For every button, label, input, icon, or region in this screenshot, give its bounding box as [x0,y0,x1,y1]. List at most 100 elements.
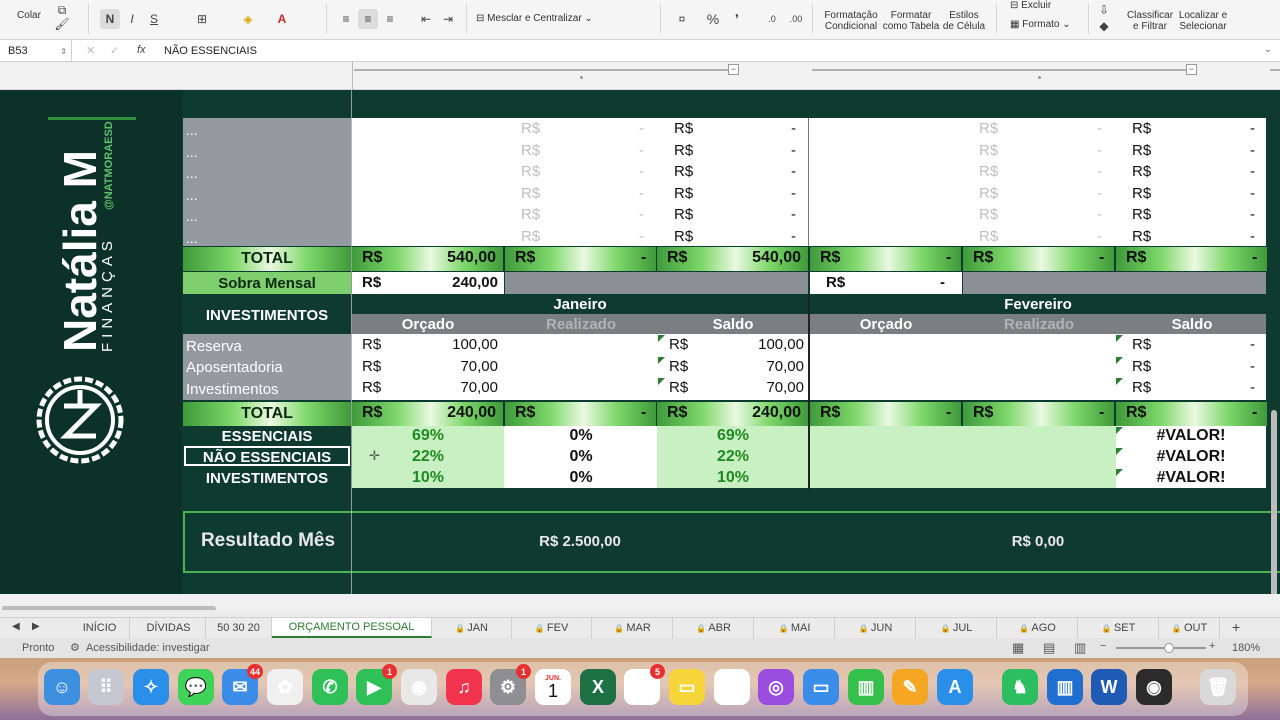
tab-início[interactable]: INÍCIO [70,618,130,638]
lock-icon: 🔒 [1171,623,1184,633]
expense-row-label: ... [186,208,198,224]
appstore-icon[interactable]: A [937,669,973,705]
tab-orçamento-pessoal[interactable]: ORÇAMENTO PESSOAL [272,618,432,638]
zoom-out-icon[interactable]: − [1100,640,1106,652]
calendar-icon[interactable]: JUN. 1 [535,669,571,705]
clear-icon[interactable]: ◆ [1094,16,1114,36]
freeform-icon[interactable]: 〰 [714,669,750,705]
cancel-icon[interactable]: ✕ [86,44,95,57]
chevron-down-icon: ⌄ [581,13,593,24]
font-color-icon[interactable]: A [272,9,292,29]
merge-center-button[interactable]: ⊟ Mesclar e Centralizar ⌄ [476,13,606,24]
keynote-icon[interactable]: ▭ [803,669,839,705]
tab-jun[interactable]: 🔒 JUN [836,618,916,638]
find-select-button[interactable]: Localizar e Selecionar [1176,10,1230,32]
format-cells-button[interactable]: ▦ Formato ⌄ [1010,19,1080,30]
format-as-table-button[interactable]: Formatar como Tabela [880,10,942,32]
investimentos-section-label: INVESTIMENTOS [205,306,329,324]
tab-fev[interactable]: 🔒 FEV [512,618,592,638]
vertical-scrollbar[interactable] [1271,410,1277,600]
page-layout-icon[interactable]: ▤ [1043,640,1055,656]
pages-icon[interactable]: ✎ [892,669,928,705]
currency-format-icon[interactable]: ¤ [672,9,692,29]
tab-set[interactable]: 🔒 SET [1079,618,1159,638]
settings-icon[interactable]: ⚙ 1 [490,664,531,705]
paste-button[interactable]: Colar [10,10,48,21]
increase-indent-icon[interactable]: ⇥ [438,9,458,29]
music-icon[interactable]: ♫ [446,669,482,705]
mail-icon[interactable]: ✉ 44 [222,664,263,705]
cell-styles-button[interactable]: Estilos de Célula [940,10,988,32]
format-painter-icon[interactable]: 🖌 [52,14,72,34]
expense-fev-realizado-dash: - [1097,141,1102,159]
decrease-decimal-icon[interactable]: .00 [786,9,806,29]
messages-icon[interactable]: 💬 [178,669,214,705]
tab-mai[interactable]: 🔒 MAI [755,618,835,638]
numbers-icon[interactable]: ▥ [848,669,884,705]
facetime-icon[interactable]: ▶ 1 [356,664,397,705]
tab-dívidas[interactable]: DÍVIDAS [132,618,206,638]
zoom-in-icon[interactable]: + [1209,640,1215,652]
tab-mar[interactable]: 🔒 MAR [593,618,673,638]
total-dash: - [1252,249,1258,266]
brand-logo: Natália M @NATMORAESD FINANÇAS [36,121,124,464]
tab-prev-icon[interactable]: ◀ [12,621,20,632]
finder-icon[interactable]: ☺ [44,669,80,705]
tab-abr[interactable]: 🔒 ABR [674,618,754,638]
increase-decimal-icon[interactable]: .0 [762,9,782,29]
notes-icon[interactable]: ▭ [669,669,705,705]
collapse-group-icon[interactable]: − [1186,64,1197,75]
chrome-icon[interactable]: ◉ [401,669,437,705]
whatsapp-icon[interactable]: ✆ [312,669,348,705]
italic-button[interactable]: I [122,9,142,29]
expand-formula-icon[interactable]: ⌄ [1264,44,1272,55]
percent-button[interactable]: % [703,9,723,29]
thousands-separator-icon[interactable]: ❜ [727,9,747,29]
align-center-icon[interactable]: ≡ [358,9,378,29]
formula-input[interactable]: NÃO ESSENCIAIS [164,45,257,57]
name-box[interactable]: B53 ⇕ [0,40,72,62]
delete-icon: ⊟ [1010,0,1022,11]
tab-50-30-20[interactable]: 50 30 20 [206,618,272,638]
page-break-icon[interactable]: ▥ [1074,640,1086,656]
obs-icon[interactable]: ◉ [1136,669,1172,705]
accessibility-status[interactable]: Acessibilidade: investigar [86,642,210,654]
evernote-icon[interactable]: ♞ [1002,669,1038,705]
safari-icon[interactable]: ✧ [133,669,169,705]
launchpad-icon[interactable]: ⠿ [88,669,124,705]
add-sheet-icon[interactable]: + [1232,619,1240,635]
zoom-level[interactable]: 180% [1232,642,1260,654]
trello-icon[interactable]: ▥ [1047,669,1083,705]
bold-button[interactable]: N [100,9,120,29]
expense-fev-realizado-currency: R$ [979,206,999,223]
decrease-indent-icon[interactable]: ⇤ [416,9,436,29]
tab-next-icon[interactable]: ▶ [32,621,40,632]
borders-icon[interactable]: ⊞ [192,9,212,29]
tab-label: ORÇAMENTO PESSOAL [288,621,415,633]
underline-button[interactable]: S [144,9,164,29]
reminders-icon[interactable]: ☰ 5 [624,664,665,705]
fill-color-icon[interactable]: ◈ [238,9,258,29]
word-icon[interactable]: W [1091,669,1127,705]
podcasts-icon[interactable]: ◎ [758,669,794,705]
horizontal-scrollbar[interactable] [2,606,216,610]
zoom-slider-thumb[interactable] [1164,643,1174,653]
collapse-group-icon[interactable]: − [728,64,739,75]
zoom-slider[interactable] [1116,647,1206,649]
align-right-icon[interactable]: ≡ [380,9,400,29]
trash-icon[interactable]: 🗑 [1200,669,1236,705]
excel-icon[interactable]: X [580,669,616,705]
spreadsheet-grid: Natália M @NATMORAESD FINANÇAS ... R$ - R$ -… [0,90,1280,610]
tab-ago[interactable]: 🔒 AGO [998,618,1078,638]
align-left-icon[interactable]: ≡ [336,9,356,29]
tab-jul[interactable]: 🔒 JUL [917,618,997,638]
photos-icon[interactable]: ✿ [267,669,303,705]
tab-out[interactable]: 🔒 OUT [1160,618,1220,638]
confirm-icon[interactable]: ✓ [110,44,119,57]
normal-view-icon[interactable]: ▦ [1012,640,1024,656]
sort-filter-button[interactable]: Classificar e Filtrar [1124,10,1176,32]
conditional-format-button[interactable]: Formatação Condicional [820,10,882,32]
tab-jan[interactable]: 🔒 JAN [432,618,512,638]
delete-cells-button[interactable]: ⊟ Excluir [1010,0,1080,11]
function-icon[interactable]: fx [137,44,146,56]
